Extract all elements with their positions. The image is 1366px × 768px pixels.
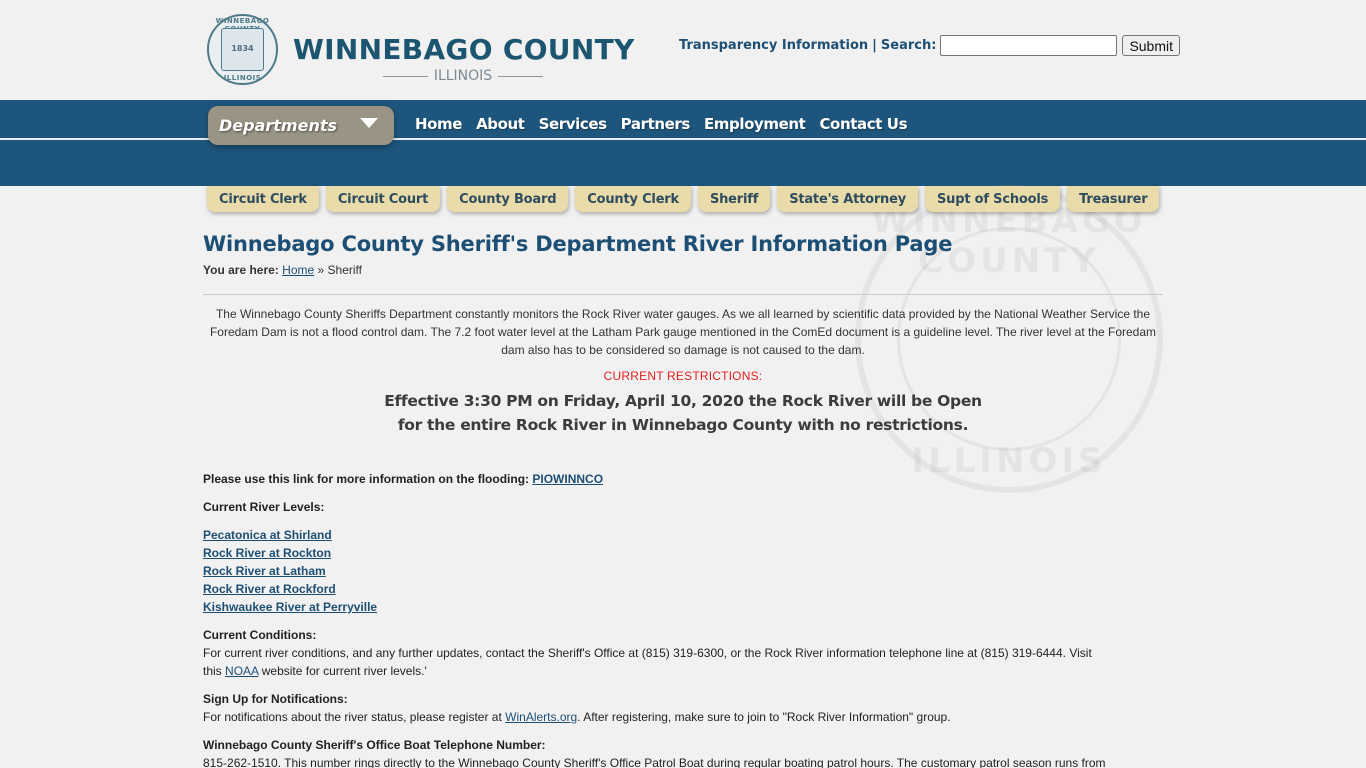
conditions-heading: Current Conditions: [203, 628, 317, 642]
tab-circuit-clerk[interactable]: Circuit Clerk [207, 186, 319, 212]
main-navbar: Departments Home About Services Partners… [0, 100, 1366, 186]
restriction-announcement: Effective 3:30 PM on Friday, April 10, 2… [203, 389, 1163, 437]
nav-partners[interactable]: Partners [621, 115, 691, 133]
nav-about[interactable]: About [476, 115, 525, 133]
announcement-line-2: for the entire Rock River in Winnebago C… [397, 416, 969, 434]
chevron-down-icon [360, 118, 378, 128]
search-label: Search: [880, 38, 937, 53]
signup-heading: Sign Up for Notifications: [203, 692, 348, 706]
site-subtitle: ILLINOIS [383, 68, 543, 84]
river-level-link[interactable]: Rock River at Latham [203, 562, 1163, 580]
seal-year: 1834 [231, 44, 254, 53]
breadcrumb-current: Sheriff [327, 263, 363, 277]
conditions-paragraph: For current river conditions, and any fu… [203, 644, 1103, 680]
signup-text-2: . After registering, make sure to join t… [577, 710, 951, 724]
tab-states-attorney[interactable]: State's Attorney [777, 186, 918, 212]
piowinnco-link[interactable]: PIOWINNCO [532, 472, 603, 486]
subtitle-rule-right [498, 75, 543, 77]
seal-ring-bottom-text: ILLINOIS [223, 74, 262, 82]
noaa-link[interactable]: NOAA [225, 664, 258, 678]
river-levels-list: Pecatonica at Shirland Rock River at Roc… [203, 526, 1163, 616]
tab-supt-of-schools[interactable]: Supt of Schools [925, 186, 1061, 212]
winalerts-link[interactable]: WinAlerts.org [505, 710, 577, 724]
site-header: WINNEBAGO COUNTY 1834 ILLINOIS WINNEBAGO… [0, 0, 1366, 100]
search-submit-button[interactable]: Submit [1122, 35, 1181, 56]
announcement-line-1: Effective 3:30 PM on Friday, April 10, 2… [384, 392, 982, 410]
tab-sheriff[interactable]: Sheriff [697, 186, 771, 212]
county-seal-logo[interactable]: WINNEBAGO COUNTY 1834 ILLINOIS [207, 14, 278, 85]
separator: | [872, 38, 877, 53]
department-tabs: Circuit Clerk Circuit Court County Board… [207, 186, 1160, 212]
breadcrumb: You are here: Home » Sheriff [203, 263, 1163, 277]
breadcrumb-separator: » [317, 263, 325, 277]
river-level-link[interactable]: Rock River at Rockton [203, 544, 1163, 562]
breadcrumb-prefix: You are here: [203, 263, 279, 277]
subtitle-rule-left [383, 75, 428, 77]
content-divider [203, 294, 1163, 295]
tab-county-clerk[interactable]: County Clerk [575, 186, 691, 212]
nav-divider [0, 138, 1366, 140]
boat-phone-heading: Winnebago County Sheriff's Office Boat T… [203, 738, 546, 752]
conditions-text-2: website for current river levels.' [261, 664, 427, 678]
nav-employment[interactable]: Employment [704, 115, 806, 133]
search-input[interactable] [940, 35, 1118, 56]
page-title: Winnebago County Sheriff's Department Ri… [203, 232, 953, 256]
site-title[interactable]: WINNEBAGO COUNTY [293, 33, 635, 66]
header-utility-bar: Transparency Information | Search: Submi… [679, 35, 1181, 56]
flood-info-text: Please use this link for more informatio… [203, 472, 530, 486]
boat-phone-paragraph: 815-262-1510. This number rings directly… [203, 756, 1106, 768]
departments-dropdown[interactable]: Departments [208, 106, 394, 145]
nav-services[interactable]: Services [539, 115, 607, 133]
breadcrumb-home-link[interactable]: Home [282, 263, 314, 277]
main-nav-links: Home About Services Partners Employment … [415, 115, 908, 133]
river-level-link[interactable]: Rock River at Rockford [203, 580, 1163, 598]
flood-info: Please use this link for more informatio… [203, 470, 1163, 488]
signup-paragraph: For notifications about the river status… [203, 708, 1163, 726]
tab-county-board[interactable]: County Board [447, 186, 569, 212]
tab-treasurer[interactable]: Treasurer [1067, 186, 1160, 212]
nav-contact-us[interactable]: Contact Us [819, 115, 907, 133]
river-level-link[interactable]: Kishwaukee River at Perryville [203, 598, 1163, 616]
river-levels-heading: Current River Levels: [203, 500, 325, 514]
intro-paragraph: The Winnebago County Sheriffs Department… [209, 307, 1157, 357]
seal-map-shape: 1834 [221, 28, 264, 71]
departments-label: Departments [219, 116, 338, 135]
restrictions-label: CURRENT RESTRICTIONS: [603, 369, 763, 383]
site-subtitle-text: ILLINOIS [433, 68, 493, 84]
nav-home[interactable]: Home [415, 115, 462, 133]
main-content: Winnebago County Sheriff's Department Ri… [203, 228, 1163, 768]
signup-text-1: For notifications about the river status… [203, 710, 502, 724]
tab-circuit-court[interactable]: Circuit Court [325, 186, 441, 212]
transparency-link[interactable]: Transparency Information [679, 38, 868, 53]
river-level-link[interactable]: Pecatonica at Shirland [203, 526, 1163, 544]
